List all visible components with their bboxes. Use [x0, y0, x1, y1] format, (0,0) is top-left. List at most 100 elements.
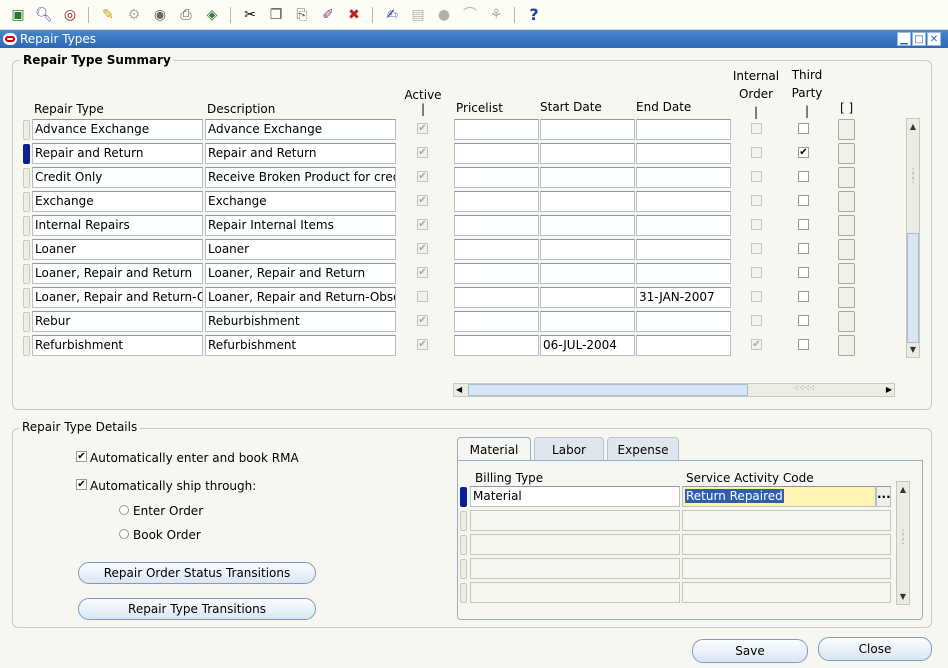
repair-type-field[interactable]: Rebur: [32, 311, 203, 332]
attachments-icon[interactable]: ⌒: [460, 5, 480, 25]
folder-tools-icon[interactable]: ⚘: [486, 5, 506, 25]
delete-record-icon[interactable]: ✖: [344, 5, 364, 25]
description-field[interactable]: Advance Exchange: [205, 119, 396, 140]
internal-order-checkbox[interactable]: [751, 171, 762, 182]
type-transitions-button[interactable]: Repair Type Transitions: [78, 598, 316, 620]
start-date-field[interactable]: [540, 119, 635, 140]
repair-type-field[interactable]: Exchange: [32, 191, 203, 212]
active-checkbox[interactable]: [417, 291, 428, 302]
cut-icon[interactable]: ✂: [240, 5, 260, 25]
start-date-field[interactable]: [540, 167, 635, 188]
help-icon[interactable]: ?: [524, 5, 544, 25]
pricelist-field[interactable]: [454, 311, 539, 332]
description-field[interactable]: Loaner: [205, 239, 396, 260]
third-party-checkbox[interactable]: [798, 219, 809, 230]
folder-extra-field[interactable]: [838, 143, 855, 164]
new-record-icon[interactable]: ▣: [8, 5, 28, 25]
repair-type-field[interactable]: Repair and Return: [32, 143, 203, 164]
billing-type-field[interactable]: [470, 558, 680, 579]
summary-vertical-scrollbar[interactable]: ▲ ::: ▼: [906, 118, 920, 358]
internal-order-checkbox[interactable]: [751, 267, 762, 278]
scroll-left-icon[interactable]: ◀: [456, 384, 462, 396]
billing-type-field[interactable]: Material: [470, 486, 680, 507]
scroll-thumb[interactable]: [907, 233, 919, 343]
start-date-field[interactable]: [540, 215, 635, 236]
folder-extra-field[interactable]: [838, 263, 855, 284]
navigator-icon[interactable]: ◎: [60, 5, 80, 25]
minimize-icon[interactable]: ▁: [897, 32, 911, 46]
billing-type-field[interactable]: [470, 534, 680, 555]
billing-type-field[interactable]: [470, 510, 680, 531]
row-indicator[interactable]: [23, 144, 30, 164]
pricelist-field[interactable]: [454, 119, 539, 140]
summary-horizontal-scrollbar[interactable]: ◀ ⁖⁖⁖⁖ ▶: [453, 383, 895, 397]
row-indicator[interactable]: [23, 288, 30, 308]
tab-row-indicator[interactable]: [460, 487, 467, 507]
tab-expense[interactable]: Expense: [607, 437, 679, 461]
close-form-icon[interactable]: ◈: [202, 5, 222, 25]
active-checkbox[interactable]: ✔: [417, 147, 428, 158]
start-date-field[interactable]: [540, 191, 635, 212]
internal-order-checkbox[interactable]: [751, 123, 762, 134]
end-date-field[interactable]: [636, 239, 731, 260]
repair-type-field[interactable]: Refurbishment: [32, 335, 203, 356]
zoom-icon[interactable]: ▤: [408, 5, 428, 25]
third-party-checkbox[interactable]: [798, 171, 809, 182]
row-indicator[interactable]: [23, 240, 30, 260]
internal-order-checkbox[interactable]: [751, 219, 762, 230]
clear-record-icon[interactable]: ✐: [318, 5, 338, 25]
service-activity-code-field[interactable]: [682, 558, 891, 579]
scroll-down-icon[interactable]: ▼: [907, 343, 919, 357]
billing-type-field[interactable]: [470, 582, 680, 603]
enter-order-radio[interactable]: [119, 505, 129, 515]
active-checkbox[interactable]: ✔: [417, 171, 428, 182]
row-indicator[interactable]: [23, 120, 30, 140]
repair-type-field[interactable]: Internal Repairs: [32, 215, 203, 236]
description-field[interactable]: Exchange: [205, 191, 396, 212]
pricelist-field[interactable]: [454, 263, 539, 284]
start-date-field[interactable]: [540, 239, 635, 260]
end-date-field[interactable]: [636, 215, 731, 236]
active-checkbox[interactable]: ✔: [417, 339, 428, 350]
pricelist-field[interactable]: [454, 215, 539, 236]
repair-type-field[interactable]: Loaner, Repair and Return: [32, 263, 203, 284]
horizontal-scroll-thumb[interactable]: [468, 384, 748, 396]
internal-order-checkbox[interactable]: [751, 147, 762, 158]
save-button[interactable]: Save: [692, 639, 808, 663]
end-date-field[interactable]: 31-JAN-2007: [636, 287, 731, 308]
tab-vertical-scrollbar[interactable]: ▲ ::: ▼: [896, 481, 910, 605]
third-party-checkbox[interactable]: [798, 291, 809, 302]
row-indicator[interactable]: [23, 168, 30, 188]
active-checkbox[interactable]: ✔: [417, 267, 428, 278]
active-checkbox[interactable]: ✔: [417, 123, 428, 134]
folder-extra-field[interactable]: [838, 311, 855, 332]
internal-order-checkbox[interactable]: [751, 243, 762, 254]
folder-extra-field[interactable]: [838, 215, 855, 236]
repair-type-field[interactable]: Loaner, Repair and Return-Obsolete: [32, 287, 203, 308]
scroll-right-icon[interactable]: ▶: [886, 384, 892, 396]
row-indicator[interactable]: [23, 264, 30, 284]
close-window-icon[interactable]: ✕: [927, 32, 941, 46]
end-date-field[interactable]: [636, 143, 731, 164]
internal-order-checkbox[interactable]: [751, 291, 762, 302]
description-field[interactable]: Receive Broken Product for credit: [205, 167, 396, 188]
internal-order-checkbox[interactable]: ✔: [751, 339, 762, 350]
row-indicator[interactable]: [23, 312, 30, 332]
third-party-checkbox[interactable]: [798, 339, 809, 350]
start-date-field[interactable]: [540, 263, 635, 284]
description-field[interactable]: Loaner, Repair and Return: [205, 263, 396, 284]
tab-scroll-up-icon[interactable]: ▲: [897, 483, 909, 497]
paste-icon[interactable]: ⎘: [292, 5, 312, 25]
end-date-field[interactable]: [636, 335, 731, 356]
find-icon[interactable]: 🔍︎: [34, 5, 54, 25]
pricelist-field[interactable]: [454, 143, 539, 164]
end-date-field[interactable]: [636, 119, 731, 140]
row-indicator[interactable]: [23, 192, 30, 212]
status-transitions-button[interactable]: Repair Order Status Transitions: [78, 562, 316, 584]
active-checkbox[interactable]: ✔: [417, 219, 428, 230]
repair-type-field[interactable]: Advance Exchange: [32, 119, 203, 140]
description-field[interactable]: Refurbishment: [205, 335, 396, 356]
tab-scroll-down-icon[interactable]: ▼: [897, 590, 909, 604]
start-date-field[interactable]: [540, 287, 635, 308]
book-order-radio[interactable]: [119, 529, 129, 539]
